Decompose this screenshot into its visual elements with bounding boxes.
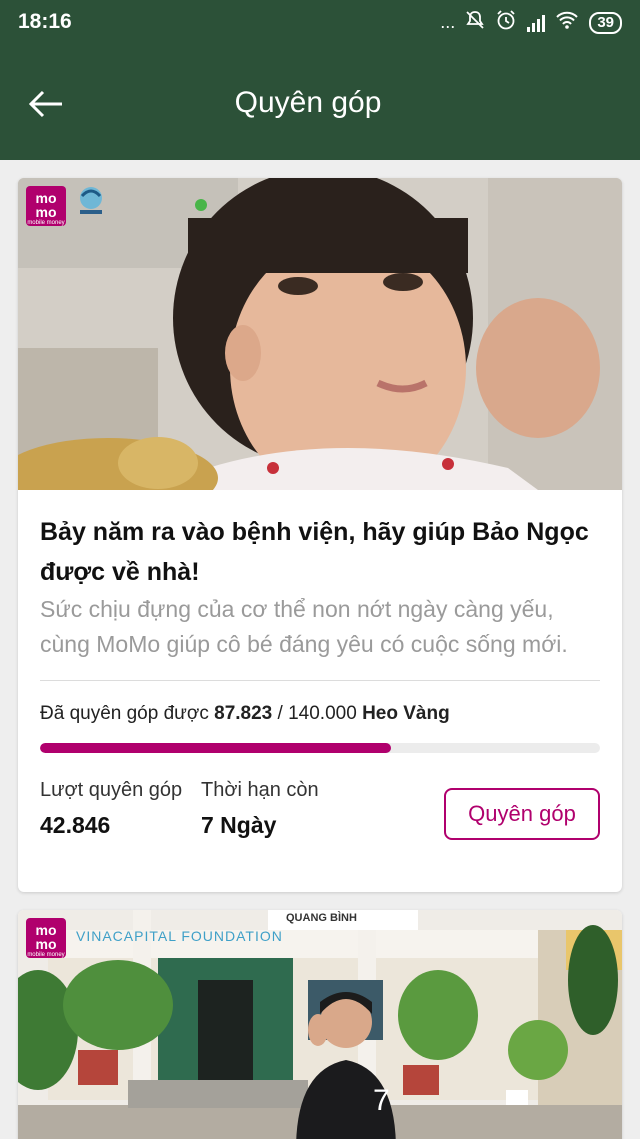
signal-icon	[527, 14, 546, 32]
progress-fill	[40, 743, 392, 753]
partner-logo	[74, 184, 108, 220]
logo-tagline: mobile money	[27, 952, 65, 958]
raised-amount: 87.823	[214, 703, 273, 724]
more-dots-icon: ...	[440, 12, 456, 32]
campaign-title: Bảy năm ra vào bệnh viện, hãy giúp Bảo N…	[40, 518, 589, 586]
raised-separator: /	[272, 703, 289, 724]
page-title: Quyên góp	[234, 86, 382, 119]
campaign-photo: 7 mo mo mobile money VINACAPITAL FOUNDAT…	[18, 910, 622, 1139]
campaign-photo: mo mo mobile money	[18, 178, 622, 490]
donor-count-label: Lượt quyên góp	[40, 779, 183, 801]
battery-icon: 39	[589, 11, 622, 34]
mute-icon	[465, 10, 485, 35]
momo-logo: mo mo mobile money	[26, 918, 66, 958]
partner-logo: VINACAPITAL FOUNDATION	[76, 928, 283, 944]
donor-count: Lượt quyên góp 42.846	[40, 779, 182, 839]
building-sign: QUANG BÌNH	[286, 912, 357, 924]
time-left: Thời hạn còn 7 Ngày	[201, 779, 319, 839]
campaign-description: Sức chịu đựng của cơ thể non nớt ngày cà…	[40, 596, 568, 657]
raised-unit: Heo Vàng	[362, 703, 450, 724]
donor-count-value: 42.846	[40, 812, 111, 838]
status-icons: ... 39	[440, 9, 622, 36]
time-left-label: Thời hạn còn	[201, 779, 319, 801]
status-bar: 18:16 ... 39	[0, 0, 640, 46]
progress-bar	[40, 743, 600, 753]
momo-logo: mo mo mobile money	[26, 186, 66, 226]
campaign-card[interactable]: 7 mo mo mobile money VINACAPITAL FOUNDAT…	[18, 910, 622, 1139]
alarm-icon	[495, 9, 517, 36]
logo-text-bottom: mo	[35, 936, 57, 952]
divider	[40, 680, 600, 681]
raised-summary: Đã quyên góp được 87.823 / 140.000 Heo V…	[40, 703, 600, 725]
raised-prefix: Đã quyên góp được	[40, 703, 215, 724]
svg-text:7: 7	[373, 1084, 390, 1117]
wifi-icon	[555, 10, 579, 35]
time-left-value: 7 Ngày	[201, 812, 277, 838]
goal-amount: 140.000	[288, 703, 357, 724]
logo-text-bottom: mo	[35, 204, 57, 220]
donate-button[interactable]: Quyên góp	[444, 788, 600, 840]
app-bar: Quyên góp	[0, 46, 640, 160]
status-time: 18:16	[18, 10, 72, 33]
campaign-card[interactable]: mo mo mobile money Bảy năm ra vào bệnh v…	[18, 178, 622, 892]
logo-tagline: mobile money	[27, 220, 65, 226]
campaign-stats: Lượt quyên góp 42.846 Thời hạn còn 7 Ngà…	[40, 779, 600, 849]
